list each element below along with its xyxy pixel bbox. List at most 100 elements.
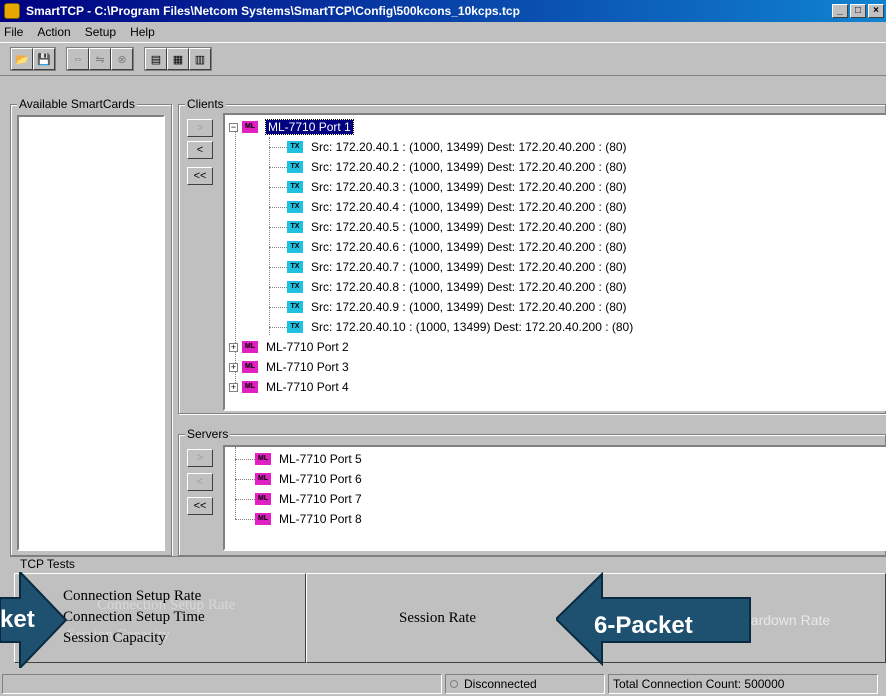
stop-icon[interactable]: ⊗ xyxy=(111,48,133,70)
grid-icon[interactable]: ▦ xyxy=(167,48,189,70)
tx-stream-row[interactable]: TX Src: 172.20.40.2 : (1000, 13499) Dest… xyxy=(287,157,627,177)
tcp-tests-divider xyxy=(10,556,886,568)
teardown-rate-label: eardown Rate xyxy=(743,612,831,628)
server-port-row[interactable]: ML ML-7710 Port 6 xyxy=(255,469,362,489)
tcp-tests-area: Connection Setup Rate Session Capacity C… xyxy=(14,573,886,665)
tx-stream-label: Src: 172.20.40.3 : (1000, 13499) Dest: 1… xyxy=(311,180,627,194)
port-label: ML-7710 Port 3 xyxy=(266,360,349,374)
save-disk-icon[interactable]: 💾 xyxy=(33,48,55,70)
tx-stream-row[interactable]: TX Src: 172.20.40.10 : (1000, 13499) Des… xyxy=(287,317,633,337)
properties-icon[interactable]: ▤ xyxy=(145,48,167,70)
toolbar: 📂 💾 ⇔ ⇋ ⊗ ▤ ▦ ▥ xyxy=(0,42,886,76)
smartcard-port-icon: ML xyxy=(255,473,271,485)
menu-file[interactable]: File xyxy=(4,25,23,39)
port-label: ML-7710 Port 8 xyxy=(279,512,362,526)
menu-setup[interactable]: Setup xyxy=(85,25,116,39)
connection-setup-rate-label: Connection Setup Rate xyxy=(63,588,202,604)
status-pane-total: Total Connection Count: 500000 xyxy=(608,674,878,694)
port-label: ML-7710 Port 2 xyxy=(266,340,349,354)
tx-stream-row[interactable]: TX Src: 172.20.40.1 : (1000, 13499) Dest… xyxy=(287,137,627,157)
expand-icon[interactable]: + xyxy=(229,362,238,372)
tx-stream-icon: TX xyxy=(287,241,303,253)
smartcard-port-icon: ML xyxy=(242,361,258,373)
server-port-row[interactable]: ML ML-7710 Port 8 xyxy=(255,509,362,529)
available-smartcards-group: Available SmartCards xyxy=(10,97,172,556)
connection-test-list: Connection Setup Rate Connection Setup T… xyxy=(63,586,205,649)
clients-tree[interactable]: − ML ML-7710 Port 1 TX Src: 172.20.40.1 … xyxy=(223,113,886,411)
tx-stream-label: Src: 172.20.40.1 : (1000, 13499) Dest: 1… xyxy=(311,140,627,154)
session-rate-label: Session Rate xyxy=(399,610,477,626)
menu-action[interactable]: Action xyxy=(37,25,70,39)
smartcard-port-icon: ML xyxy=(242,381,258,393)
close-button[interactable]: × xyxy=(868,4,884,18)
clients-label: Clients xyxy=(185,97,226,111)
server-port-row[interactable]: ML ML-7710 Port 5 xyxy=(255,449,362,469)
total-connection-count: Total Connection Count: 500000 xyxy=(613,677,785,691)
minimize-button[interactable]: _ xyxy=(832,4,848,18)
tx-stream-label: Src: 172.20.40.8 : (1000, 13499) Dest: 1… xyxy=(311,280,627,294)
connection-setup-time-label: Connection Setup Time xyxy=(63,609,205,625)
tree-port-3[interactable]: + ML ML-7710 Port 3 xyxy=(229,357,349,377)
port-label: ML-7710 Port 7 xyxy=(279,492,362,506)
servers-remove-button[interactable]: < xyxy=(187,473,213,491)
file-toolbar-group: 📂 💾 xyxy=(10,47,56,71)
open-folder-icon[interactable]: 📂 xyxy=(11,48,33,70)
tx-stream-row[interactable]: TX Src: 172.20.40.4 : (1000, 13499) Dest… xyxy=(287,197,627,217)
tree-port-2[interactable]: + ML ML-7710 Port 2 xyxy=(229,337,349,357)
clients-add-button[interactable]: > xyxy=(187,119,213,137)
status-pane-main xyxy=(2,674,442,694)
tx-stream-label: Src: 172.20.40.2 : (1000, 13499) Dest: 1… xyxy=(311,160,627,174)
tx-stream-icon: TX xyxy=(287,181,303,193)
clients-remove-button[interactable]: < xyxy=(187,141,213,159)
tree-view-icon[interactable]: ▥ xyxy=(189,48,211,70)
tx-stream-row[interactable]: TX Src: 172.20.40.6 : (1000, 13499) Dest… xyxy=(287,237,627,257)
title-bar: SmartTCP - C:\Program Files\Netcom Syste… xyxy=(0,0,886,22)
smartcard-port-icon: ML xyxy=(255,513,271,525)
servers-tree[interactable]: ML ML-7710 Port 5 ML ML-7710 Port 6 ML M… xyxy=(223,445,886,551)
menu-help[interactable]: Help xyxy=(130,25,155,39)
expand-icon[interactable]: + xyxy=(229,382,238,392)
tx-stream-icon: TX xyxy=(287,201,303,213)
tx-stream-label: Src: 172.20.40.7 : (1000, 13499) Dest: 1… xyxy=(311,260,627,274)
disconnect-icon[interactable]: ⇋ xyxy=(89,48,111,70)
connection-indicator-icon xyxy=(450,680,458,688)
tx-stream-row[interactable]: TX Src: 172.20.40.7 : (1000, 13499) Dest… xyxy=(287,257,627,277)
tx-stream-icon: TX xyxy=(287,221,303,233)
connect-icon[interactable]: ⇔ xyxy=(67,48,89,70)
smartcard-port-icon: ML xyxy=(242,341,258,353)
window-title: SmartTCP - C:\Program Files\Netcom Syste… xyxy=(26,4,520,18)
maximize-button[interactable]: □ xyxy=(850,4,866,18)
smartcard-port-icon: ML xyxy=(255,493,271,505)
tx-stream-label: Src: 172.20.40.9 : (1000, 13499) Dest: 1… xyxy=(311,300,627,314)
port-label: ML-7710 Port 4 xyxy=(266,380,349,394)
tx-stream-icon: TX xyxy=(287,301,303,313)
port-label: ML-7710 Port 6 xyxy=(279,472,362,486)
collapse-icon[interactable]: − xyxy=(229,122,238,132)
tx-stream-row[interactable]: TX Src: 172.20.40.8 : (1000, 13499) Dest… xyxy=(287,277,627,297)
tree-port-1[interactable]: − ML ML-7710 Port 1 xyxy=(229,117,354,137)
servers-remove-all-button[interactable]: << xyxy=(187,497,213,515)
connect-toolbar-group: ⇔ ⇋ ⊗ xyxy=(66,47,134,71)
servers-add-button[interactable]: > xyxy=(187,449,213,467)
server-port-row[interactable]: ML ML-7710 Port 7 xyxy=(255,489,362,509)
available-smartcards-label: Available SmartCards xyxy=(17,97,137,111)
status-pane-connection: Disconnected xyxy=(445,674,605,694)
smartcard-port-icon: ML xyxy=(255,453,271,465)
clients-group: Clients > < << − ML ML-7710 Port 1 TX Sr… xyxy=(178,97,886,414)
tree-port-4[interactable]: + ML ML-7710 Port 4 xyxy=(229,377,349,397)
session-capacity-label: Session Capacity xyxy=(63,630,166,646)
expand-icon[interactable]: + xyxy=(229,342,238,352)
tx-stream-row[interactable]: TX Src: 172.20.40.5 : (1000, 13499) Dest… xyxy=(287,217,627,237)
tx-stream-icon: TX xyxy=(287,261,303,273)
menu-bar: File Action Setup Help xyxy=(0,22,886,42)
tx-stream-row[interactable]: TX Src: 172.20.40.9 : (1000, 13499) Dest… xyxy=(287,297,627,317)
tx-stream-icon: TX xyxy=(287,161,303,173)
tx-stream-row[interactable]: TX Src: 172.20.40.3 : (1000, 13499) Dest… xyxy=(287,177,627,197)
tx-stream-label: Src: 172.20.40.6 : (1000, 13499) Dest: 1… xyxy=(311,240,627,254)
tx-stream-label: Src: 172.20.40.5 : (1000, 13499) Dest: 1… xyxy=(311,220,627,234)
callout-right-label: 6-Packet xyxy=(594,612,693,639)
servers-group: Servers > < << ML ML-7710 Port 5 ML ML-7… xyxy=(178,427,886,556)
view-toolbar-group: ▤ ▦ ▥ xyxy=(144,47,212,71)
smartcards-list[interactable] xyxy=(17,115,165,551)
clients-remove-all-button[interactable]: << xyxy=(187,167,213,185)
